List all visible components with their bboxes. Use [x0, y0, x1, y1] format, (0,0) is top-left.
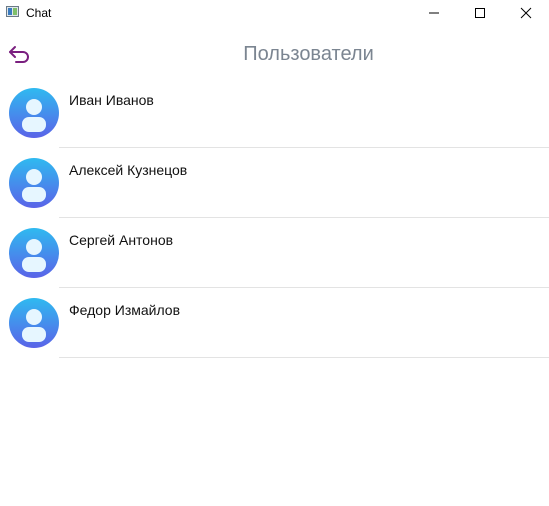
user-list-item[interactable]: Алексей Кузнецов	[0, 148, 549, 218]
maximize-icon	[475, 8, 485, 18]
user-list-item[interactable]: Федор Измайлов	[0, 288, 549, 358]
close-icon	[520, 7, 532, 19]
chat-window: Chat Пользователи Иван Иванов Алексей Ку…	[0, 0, 549, 506]
page-title: Пользователи	[243, 43, 374, 65]
window-title: Chat	[26, 6, 52, 20]
user-list-item[interactable]: Иван Иванов	[0, 78, 549, 148]
title-bar[interactable]: Chat	[0, 0, 549, 26]
user-name: Иван Иванов	[69, 92, 154, 108]
minimize-icon	[429, 12, 439, 14]
user-name: Федор Измайлов	[69, 302, 181, 318]
minimize-button[interactable]	[411, 0, 457, 26]
user-name: Сергей Антонов	[69, 232, 174, 248]
app-icon	[6, 6, 19, 17]
user-avatar-icon	[9, 158, 59, 208]
user-list: Иван Иванов Алексей Кузнецов Сергей Анто…	[0, 78, 549, 358]
close-button[interactable]	[503, 0, 549, 26]
maximize-button[interactable]	[457, 0, 503, 26]
user-avatar-icon	[9, 88, 59, 138]
user-avatar-icon	[9, 298, 59, 348]
user-name: Алексей Кузнецов	[69, 162, 188, 178]
user-avatar-icon	[9, 228, 59, 278]
user-list-item[interactable]: Сергей Антонов	[0, 218, 549, 288]
divider	[59, 357, 549, 358]
